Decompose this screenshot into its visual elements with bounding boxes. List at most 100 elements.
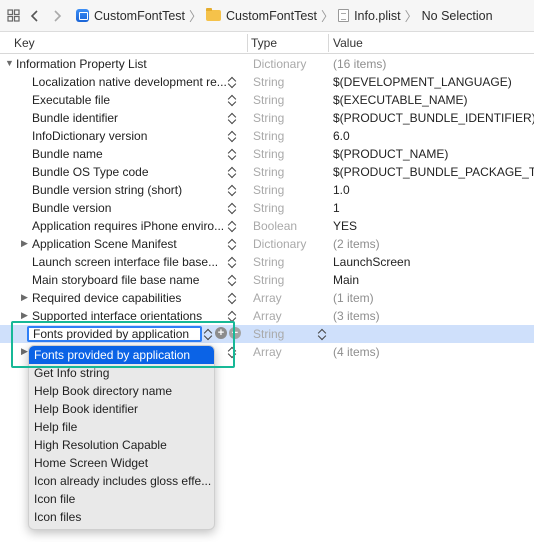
dropdown-item[interactable]: Fonts provided by application [29, 346, 214, 364]
row-type[interactable]: String [253, 93, 284, 107]
row-value[interactable]: $(PRODUCT_NAME) [333, 147, 448, 161]
dropdown-item[interactable]: Icon files [29, 508, 214, 526]
row-type[interactable]: String [253, 255, 284, 269]
breadcrumb-selection[interactable]: No Selection [422, 9, 493, 23]
row-type[interactable]: Array [253, 345, 282, 359]
disclosure-closed-icon[interactable]: ▶ [21, 292, 31, 304]
table-row[interactable]: Bundle name String $(PRODUCT_NAME) [0, 145, 534, 163]
key-stepper-icon[interactable] [228, 219, 237, 233]
back-chevron-icon[interactable] [26, 7, 44, 25]
key-stepper-icon[interactable] [228, 129, 237, 143]
table-row-editing[interactable]: Fonts provided by application + − String [0, 325, 534, 343]
table-row[interactable]: Bundle OS Type code String $(PRODUCT_BUN… [0, 163, 534, 181]
table-row[interactable]: Localization native development re... St… [0, 73, 534, 91]
type-stepper-icon[interactable] [318, 327, 327, 341]
row-type[interactable]: String [253, 183, 284, 197]
row-value[interactable]: $(DEVELOPMENT_LANGUAGE) [333, 75, 512, 89]
column-key-header[interactable]: Key [14, 36, 35, 50]
row-type[interactable]: Array [253, 309, 282, 323]
key-stepper-icon[interactable] [228, 201, 237, 215]
key-stepper-icon[interactable] [204, 327, 213, 341]
row-value[interactable]: $(PRODUCT_BUNDLE_IDENTIFIER) [333, 111, 534, 125]
disclosure-closed-icon[interactable]: ▶ [21, 238, 31, 250]
column-divider[interactable] [247, 34, 248, 52]
row-value[interactable]: $(EXECUTABLE_NAME) [333, 93, 467, 107]
forward-chevron-icon[interactable] [48, 7, 66, 25]
breadcrumb-folder[interactable]: CustomFontTest [206, 8, 318, 23]
table-row[interactable]: ▶ Application Scene Manifest Dictionary … [0, 235, 534, 253]
add-row-icon[interactable]: + [215, 327, 227, 339]
row-value[interactable]: $(PRODUCT_BUNDLE_PACKAGE_TYPE [333, 165, 534, 179]
row-type[interactable]: String [253, 129, 284, 143]
row-key: Launch screen interface file base... [32, 255, 219, 269]
key-stepper-icon[interactable] [228, 237, 237, 251]
dropdown-item[interactable]: Home Screen Widget [29, 454, 214, 472]
key-stepper-icon[interactable] [228, 273, 237, 287]
row-value[interactable]: Main [333, 273, 359, 287]
key-stepper-icon[interactable] [228, 183, 237, 197]
column-divider[interactable] [328, 34, 329, 52]
table-row[interactable]: ▶ Supported interface orientations Array… [0, 307, 534, 325]
dropdown-item[interactable]: Get Info string [29, 364, 214, 382]
breadcrumb-label: CustomFontTest [226, 8, 318, 23]
column-value-header[interactable]: Value [333, 36, 363, 50]
remove-row-icon[interactable]: − [229, 327, 241, 339]
dropdown-item[interactable]: High Resolution Capable [29, 436, 214, 454]
table-row[interactable]: Main storyboard file base name String Ma… [0, 271, 534, 289]
disclosure-closed-icon[interactable]: ▶ [21, 310, 31, 322]
table-row[interactable]: ▶ Required device capabilities Array (1 … [0, 289, 534, 307]
row-value[interactable]: 6.0 [333, 129, 350, 143]
row-type[interactable]: String [253, 147, 284, 161]
key-stepper-icon[interactable] [228, 93, 237, 107]
row-type[interactable]: String [253, 111, 284, 125]
row-type[interactable]: String [253, 273, 284, 287]
key-stepper-icon[interactable] [228, 75, 237, 89]
row-type[interactable]: Array [253, 291, 282, 305]
row-type[interactable]: String [253, 165, 284, 179]
key-stepper-icon[interactable] [228, 147, 237, 161]
row-type[interactable]: String [253, 201, 284, 215]
dropdown-item[interactable]: Help Book directory name [29, 382, 214, 400]
breadcrumb-project[interactable]: CustomFontTest [76, 9, 185, 23]
row-type[interactable]: Dictionary [253, 237, 306, 251]
key-stepper-icon[interactable] [228, 165, 237, 179]
row-key: Bundle identifier [32, 111, 119, 125]
breadcrumb-file[interactable]: Info.plist [338, 9, 401, 23]
dropdown-item[interactable]: Icon already includes gloss effe... [29, 472, 214, 490]
dropdown-item[interactable]: Help Book identifier [29, 400, 214, 418]
table-row[interactable]: Bundle version String 1 [0, 199, 534, 217]
table-row[interactable]: Executable file String $(EXECUTABLE_NAME… [0, 91, 534, 109]
row-value[interactable]: LaunchScreen [333, 255, 410, 269]
project-icon [76, 9, 89, 22]
grid-icon[interactable] [4, 7, 22, 25]
table-row[interactable]: InfoDictionary version String 6.0 [0, 127, 534, 145]
table-row[interactable]: Launch screen interface file base... Str… [0, 253, 534, 271]
table-row[interactable]: Application requires iPhone enviro... Bo… [0, 217, 534, 235]
key-stepper-icon[interactable] [228, 345, 237, 359]
row-type[interactable]: Dictionary [253, 57, 306, 71]
disclosure-open-icon[interactable]: ▼ [5, 58, 15, 70]
column-type-header[interactable]: Type [251, 36, 277, 50]
row-value: (1 item) [333, 291, 374, 305]
row-value[interactable]: 1.0 [333, 183, 350, 197]
table-row[interactable]: ▼ Information Property List Dictionary (… [0, 55, 534, 73]
row-type[interactable]: String [253, 327, 284, 341]
key-stepper-icon[interactable] [228, 255, 237, 269]
row-value[interactable]: 1 [333, 201, 340, 215]
row-value: (2 items) [333, 237, 380, 251]
key-edit-field[interactable]: Fonts provided by application [27, 326, 202, 342]
row-value[interactable]: YES [333, 219, 357, 233]
row-key: Bundle OS Type code [32, 165, 149, 179]
key-stepper-icon[interactable] [228, 291, 237, 305]
table-row[interactable]: Bundle identifier String $(PRODUCT_BUNDL… [0, 109, 534, 127]
row-type[interactable]: String [253, 75, 284, 89]
breadcrumb-separator-icon: 〉 [321, 9, 335, 24]
key-stepper-icon[interactable] [228, 309, 237, 323]
table-row[interactable]: Bundle version string (short) String 1.0 [0, 181, 534, 199]
key-stepper-icon[interactable] [228, 111, 237, 125]
key-autocomplete-dropdown[interactable]: Fonts provided by application Get Info s… [28, 345, 215, 530]
row-type[interactable]: Boolean [253, 219, 297, 233]
dropdown-item[interactable]: Help file [29, 418, 214, 436]
dropdown-item[interactable]: Icon file [29, 490, 214, 508]
plist-rows: ▼ Information Property List Dictionary (… [0, 55, 534, 361]
